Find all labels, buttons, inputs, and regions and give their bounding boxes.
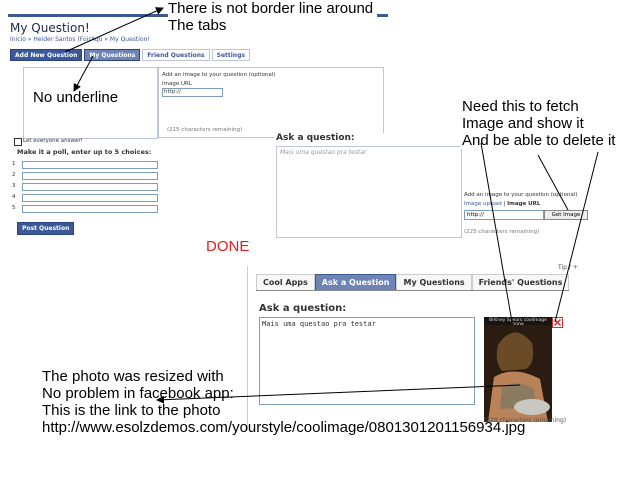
arrow-photo-note (156, 384, 521, 404)
arrow-border-note (64, 7, 164, 53)
arrow-fetch-delete (554, 151, 599, 323)
annotation-arrows (64, 7, 599, 404)
arrow-fetch-button (537, 154, 569, 211)
arrow-underline-note (73, 55, 94, 92)
arrow-fetch-photo (480, 142, 513, 323)
